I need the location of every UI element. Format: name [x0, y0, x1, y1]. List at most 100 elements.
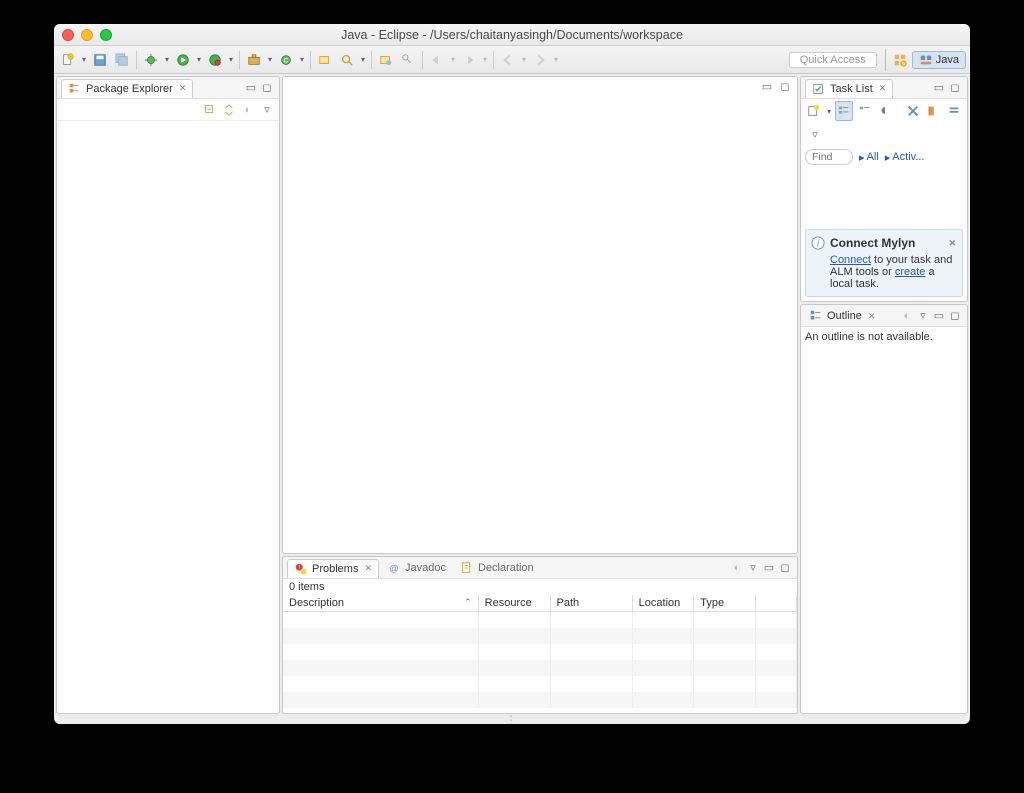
statusbar-drag-handle[interactable]: ⋮ — [54, 716, 970, 724]
eclipse-window: Java - Eclipse - /Users/chaitanyasingh/D… — [54, 24, 970, 724]
outline-focus-icon[interactable]: ◐ — [900, 309, 914, 323]
coverage-dropdown[interactable]: ▾ — [227, 55, 235, 64]
task-find-input[interactable] — [805, 149, 853, 165]
outline-icon — [809, 309, 823, 323]
open-type-button[interactable] — [315, 50, 335, 70]
svg-text:C: C — [284, 57, 289, 64]
save-button[interactable] — [90, 50, 110, 70]
mylyn-title: Connect Mylyn — [830, 236, 915, 250]
back-dropdown[interactable]: ▾ — [520, 55, 528, 64]
outline-minimize-icon[interactable]: ▭ — [932, 309, 946, 323]
new-package-button[interactable] — [244, 50, 264, 70]
workspace: Package Explorer ✕ ▭ ◻ ◐ ▿ — [54, 74, 970, 716]
save-all-button[interactable] — [112, 50, 132, 70]
task-list-body[interactable] — [801, 167, 967, 225]
problems-minimize-icon[interactable]: ▭ — [762, 561, 776, 575]
forward-dropdown[interactable]: ▾ — [552, 55, 560, 64]
column-extra[interactable] — [755, 595, 796, 612]
toggle-breadcrumb-button[interactable] — [398, 50, 418, 70]
editor-maximize-icon[interactable]: ◻ — [778, 79, 792, 93]
mylyn-create-link[interactable]: create — [895, 266, 926, 278]
hide-completed-button[interactable] — [924, 101, 942, 121]
package-explorer-icon — [68, 82, 82, 96]
task-list-close-icon[interactable]: ✕ — [879, 83, 887, 94]
problems-maximize-icon[interactable]: ◻ — [778, 561, 792, 575]
minimize-view-icon[interactable]: ▭ — [244, 81, 258, 95]
svg-text:!: ! — [299, 565, 300, 571]
debug-button[interactable] — [141, 50, 161, 70]
prev-annotation-dropdown[interactable]: ▾ — [449, 55, 457, 64]
mylyn-close-icon[interactable]: ✕ — [948, 238, 956, 249]
column-resource[interactable]: Resource — [478, 595, 550, 612]
forward-button[interactable] — [530, 50, 550, 70]
package-explorer-body[interactable] — [57, 121, 279, 713]
new-dropdown[interactable]: ▾ — [80, 55, 88, 64]
problems-focus-icon[interactable]: ◐ — [730, 561, 744, 575]
focus-workweek-button[interactable]: ◐ — [876, 101, 894, 121]
package-explorer-panel: Package Explorer ✕ ▭ ◻ ◐ ▿ — [56, 76, 280, 714]
package-explorer-tab[interactable]: Package Explorer ✕ — [61, 79, 193, 98]
javadoc-tab[interactable]: @ Javadoc — [381, 559, 452, 577]
scheduled-button[interactable] — [855, 101, 873, 121]
quick-access-field[interactable]: Quick Access — [789, 52, 877, 68]
problems-menu-icon[interactable]: ▿ — [746, 561, 760, 575]
mylyn-connect-link[interactable]: Connect — [830, 254, 871, 266]
problems-tab[interactable]: ! Problems ✕ — [287, 559, 379, 578]
collapse-all-icon[interactable] — [203, 103, 217, 117]
outline-close-icon[interactable]: ✕ — [868, 311, 876, 322]
categorized-button[interactable] — [835, 101, 854, 121]
search-button[interactable] — [337, 50, 357, 70]
task-list-minimize-icon[interactable]: ▭ — [932, 81, 946, 95]
link-editor-icon[interactable] — [222, 103, 236, 117]
center-column: ▭ ◻ ! Problems ✕ @ Javadoc — [282, 76, 798, 714]
run-button[interactable] — [173, 50, 193, 70]
new-task-dropdown[interactable]: ▾ — [825, 107, 832, 116]
sort-asc-icon: ⌃ — [464, 597, 472, 608]
svg-text:+: + — [69, 54, 72, 59]
java-perspective-button[interactable]: Java — [912, 51, 966, 69]
column-location[interactable]: Location — [632, 595, 694, 612]
prev-annotation-button[interactable] — [427, 50, 447, 70]
package-explorer-close-icon[interactable]: ✕ — [179, 83, 187, 94]
task-list-toolbar: ▾ ◐ — [801, 99, 967, 123]
outline-menu-icon[interactable]: ▿ — [916, 309, 930, 323]
next-annotation-dropdown[interactable]: ▾ — [481, 55, 489, 64]
column-type[interactable]: Type — [694, 595, 756, 612]
debug-dropdown[interactable]: ▾ — [163, 55, 171, 64]
new-button[interactable]: + — [58, 50, 78, 70]
next-annotation-button[interactable] — [459, 50, 479, 70]
run-dropdown[interactable]: ▾ — [195, 55, 203, 64]
column-path[interactable]: Path — [550, 595, 632, 612]
new-package-dropdown[interactable]: ▾ — [266, 55, 274, 64]
problems-close-icon[interactable]: ✕ — [364, 563, 372, 574]
synchronize-button[interactable] — [904, 101, 922, 121]
editor-area[interactable]: ▭ ◻ — [282, 76, 798, 554]
task-list-maximize-icon[interactable]: ◻ — [948, 81, 962, 95]
outline-body: An outline is not available. — [801, 327, 967, 713]
collapse-all-tasks-button[interactable] — [945, 101, 963, 121]
task-all-link[interactable]: ▸ All — [859, 151, 879, 164]
view-menu-icon[interactable]: ▿ — [260, 103, 274, 117]
javadoc-tab-label: Javadoc — [405, 562, 446, 574]
outline-tab[interactable]: Outline ✕ — [805, 307, 879, 325]
outline-maximize-icon[interactable]: ◻ — [948, 309, 962, 323]
task-activate-link[interactable]: ▸ Activ... — [885, 151, 925, 164]
new-class-dropdown[interactable]: ▾ — [298, 55, 306, 64]
maximize-view-icon[interactable]: ◻ — [260, 81, 274, 95]
problems-icon: ! — [294, 562, 308, 576]
focus-task-icon[interactable]: ◐ — [241, 103, 255, 117]
new-task-button[interactable] — [805, 101, 823, 121]
back-button[interactable] — [498, 50, 518, 70]
task-list-tab[interactable]: Task List ✕ — [805, 79, 893, 98]
problems-table-body — [283, 612, 797, 708]
open-task-button[interactable] — [376, 50, 396, 70]
column-description[interactable]: Description⌃ — [283, 595, 478, 612]
editor-minimize-icon[interactable]: ▭ — [760, 79, 774, 93]
mylyn-connect-banner: i Connect Mylyn ✕ Connect to your task a… — [805, 229, 963, 297]
coverage-button[interactable] — [205, 50, 225, 70]
task-list-menu-icon[interactable]: ▿ — [808, 128, 822, 142]
declaration-tab[interactable]: Declaration — [454, 559, 540, 577]
search-dropdown[interactable]: ▾ — [359, 55, 367, 64]
open-perspective-button[interactable] — [890, 50, 910, 70]
new-class-button[interactable]: C — [276, 50, 296, 70]
